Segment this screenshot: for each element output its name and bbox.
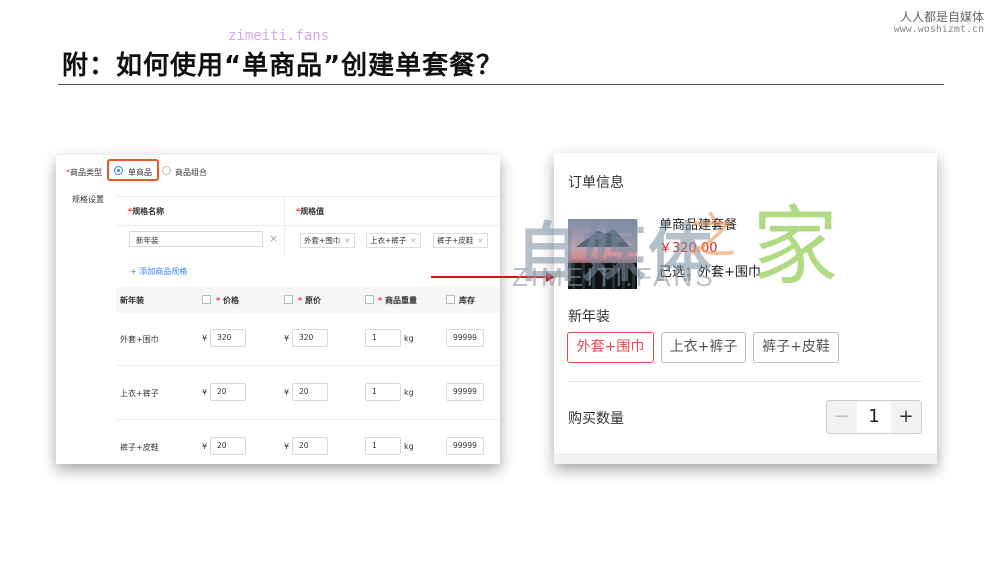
- weight-column-header: * 商品重量: [378, 296, 417, 305]
- variant-name: 外套+围巾: [120, 335, 159, 344]
- spec-name-value: 新年装: [136, 236, 159, 245]
- weight-unit: kg: [404, 334, 414, 343]
- stock-input[interactable]: 99999: [446, 437, 484, 455]
- top-watermark: zimeiti.fans: [228, 28, 330, 44]
- site-url: www.woshizmt.cn: [893, 24, 984, 35]
- currency-symbol: ¥: [202, 442, 208, 451]
- title-divider: [58, 84, 944, 85]
- spec-settings-label: 规格设置: [72, 195, 104, 204]
- original-price-batch-checkbox[interactable]: [284, 295, 293, 304]
- watermark-en: ZIMEITI.FANS: [512, 262, 716, 292]
- price-input[interactable]: 320: [210, 329, 246, 347]
- radio-product-combo[interactable]: [162, 166, 171, 175]
- variant-name: 裤子+皮鞋: [120, 443, 159, 452]
- original-price-input[interactable]: 320: [292, 329, 328, 347]
- order-info-panel: 订单信息 单商品建套餐 ￥320.00 已选：外套+围巾 新年装 外套+围巾 上…: [554, 153, 937, 464]
- option-coat-scarf[interactable]: 外套+围巾: [567, 332, 654, 363]
- quantity-label: 购买数量: [568, 411, 624, 427]
- spec-column-divider: [284, 196, 285, 258]
- order-info-title: 订单信息: [568, 175, 624, 191]
- site-name: 人人都是自媒体: [899, 10, 984, 24]
- price-input[interactable]: 20: [210, 437, 246, 455]
- weight-input[interactable]: 1: [365, 329, 401, 347]
- spec-settings-form: *商品类型 单商品 商品组合 规格设置 *规格名称 *规格值 新年装 × 外套+…: [56, 155, 500, 464]
- currency-symbol: ¥: [284, 442, 290, 451]
- stock-input[interactable]: 99999: [446, 329, 484, 347]
- spec-value-header: *规格值: [296, 207, 325, 216]
- weight-batch-checkbox[interactable]: [365, 295, 374, 304]
- watermark-jia: 家: [752, 197, 838, 297]
- spec-name-input[interactable]: 新年装: [129, 231, 263, 247]
- single-product-label: 单商品: [128, 168, 152, 177]
- currency-symbol: ¥: [284, 334, 290, 343]
- stock-input[interactable]: 99999: [446, 383, 484, 401]
- remove-tag-icon[interactable]: ×: [477, 236, 483, 245]
- original-price-input[interactable]: 20: [292, 437, 328, 455]
- plus-button[interactable]: +: [891, 401, 921, 433]
- original-price-input[interactable]: 20: [292, 383, 328, 401]
- option-pants-shoes[interactable]: 裤子+皮鞋: [753, 332, 839, 363]
- remove-tag-icon[interactable]: ×: [410, 236, 416, 245]
- original-price-column-header: * 原价: [298, 296, 321, 305]
- quantity-value[interactable]: 1: [857, 401, 891, 433]
- spec-tag[interactable]: 外套+围巾 ×: [300, 233, 355, 248]
- weight-unit: kg: [404, 388, 414, 397]
- row-divider: [116, 419, 500, 420]
- weight-unit: kg: [404, 442, 414, 451]
- product-combo-label: 商品组合: [175, 168, 207, 177]
- spec-tag[interactable]: 上衣+裤子 ×: [366, 233, 421, 248]
- price-column-header: * 价格: [216, 296, 239, 305]
- spec-name-header: *规格名称: [128, 207, 165, 216]
- weight-input[interactable]: 1: [365, 383, 401, 401]
- variant-column-header: 新年装: [120, 296, 144, 305]
- add-spec-link[interactable]: + 添加商品规格: [130, 266, 187, 277]
- price-batch-checkbox[interactable]: [202, 295, 211, 304]
- row-divider: [116, 365, 500, 366]
- stock-column-header: 库存: [459, 296, 475, 305]
- currency-symbol: ¥: [284, 388, 290, 397]
- quantity-stepper: − 1 +: [826, 400, 922, 434]
- currency-symbol: ¥: [202, 388, 208, 397]
- minus-button[interactable]: −: [827, 401, 857, 433]
- spec-tag[interactable]: 裤子+皮鞋 ×: [433, 233, 488, 248]
- weight-input[interactable]: 1: [365, 437, 401, 455]
- currency-symbol: ¥: [202, 334, 208, 343]
- product-type-label: *商品类型: [66, 168, 102, 177]
- variant-name: 上衣+裤子: [120, 389, 159, 398]
- clear-icon[interactable]: ×: [269, 232, 278, 245]
- radio-single-product[interactable]: [114, 166, 123, 175]
- remove-tag-icon[interactable]: ×: [344, 236, 350, 245]
- panel-footer: [554, 453, 937, 464]
- stock-batch-checkbox[interactable]: [446, 295, 455, 304]
- spec-group-label: 新年装: [568, 309, 610, 325]
- watermark-zhi: 之: [688, 208, 737, 264]
- panel-divider: [568, 381, 922, 382]
- price-input[interactable]: 20: [210, 383, 246, 401]
- option-top-pants[interactable]: 上衣+裤子: [661, 332, 746, 363]
- page-title: 附：如何使用“单商品”创建单套餐？: [62, 51, 504, 81]
